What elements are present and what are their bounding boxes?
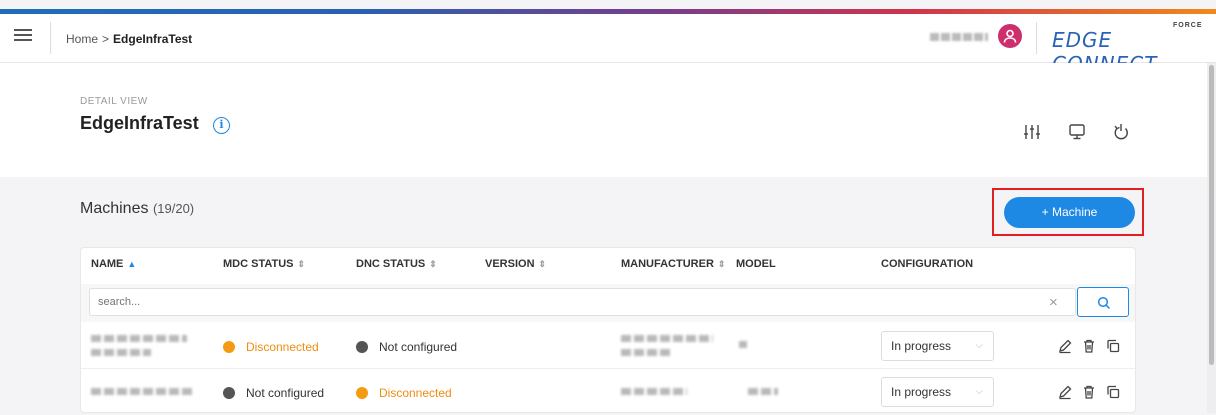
status-dot-icon	[356, 341, 368, 353]
chevron-down-icon: ⌵	[975, 340, 983, 351]
machine-name-redacted	[91, 335, 187, 342]
manufacturer-redacted	[621, 349, 673, 356]
status-dot-icon	[223, 341, 235, 353]
detail-kicker: DETAIL VIEW	[80, 96, 148, 107]
manufacturer-redacted	[621, 335, 713, 342]
column-header-model: MODEL	[736, 258, 776, 270]
model-redacted	[748, 388, 778, 395]
search-button[interactable]	[1077, 287, 1129, 317]
machines-title: Machines	[80, 200, 149, 217]
app-header: Home>EdgeInfraTest EDGE CONNECT FORCE	[0, 14, 1216, 76]
user-name-redacted	[930, 33, 988, 41]
column-header-manufacturer[interactable]: MANUFACTURER ⇕	[621, 258, 725, 270]
chevron-down-icon: ⌵	[975, 386, 983, 397]
breadcrumb-current: EdgeInfraTest	[113, 32, 193, 46]
configuration-value: In progress	[891, 339, 952, 353]
column-header-dnc-status[interactable]: DNC STATUS ⇕	[356, 258, 437, 270]
brand-logo-sup: FORCE	[1173, 22, 1203, 29]
monitor-icon[interactable]	[1066, 121, 1088, 143]
mdc-status: Not configured	[223, 386, 324, 400]
sort-icon[interactable]: ⇕	[539, 259, 547, 270]
restart-power-icon[interactable]	[1110, 121, 1132, 143]
info-icon[interactable]: i	[213, 117, 230, 134]
sort-icon[interactable]: ⇕	[718, 259, 726, 270]
column-header-label: MDC STATUS	[223, 258, 294, 270]
machine-name-redacted	[91, 349, 151, 356]
sort-icon[interactable]: ⇕	[429, 259, 437, 270]
machines-section: Machines (19/20) + Machine NAME ▲ MDC STA…	[0, 177, 1207, 413]
header-divider	[1036, 22, 1037, 54]
search-icon	[1097, 296, 1111, 310]
machines-count: (19/20)	[152, 201, 195, 216]
sort-icon[interactable]: ⇕	[297, 259, 305, 270]
column-header-label: VERSION	[485, 258, 535, 270]
edit-icon[interactable]	[1057, 338, 1073, 354]
status-dot-icon	[223, 387, 235, 399]
column-header-label: NAME	[91, 258, 124, 270]
mdc-status-text: Disconnected	[246, 340, 319, 354]
breadcrumb-separator: >	[102, 32, 110, 46]
user-icon	[1003, 29, 1017, 43]
machine-name-redacted	[91, 388, 193, 395]
configuration-value: In progress	[891, 385, 952, 399]
hamburger-menu-icon[interactable]	[14, 26, 32, 44]
dnc-status: Not configured	[356, 340, 457, 354]
table-row[interactable]: Disconnected Not configured In progress ⌵	[81, 323, 1135, 369]
mdc-status-text: Not configured	[246, 386, 325, 400]
column-header-version[interactable]: VERSION ⇕	[485, 258, 546, 270]
dnc-status: Disconnected	[356, 386, 452, 400]
configuration-select[interactable]: In progress ⌵	[881, 331, 994, 361]
column-header-name[interactable]: NAME ▲	[91, 258, 136, 270]
breadcrumb: Home > EdgeInfraTest	[66, 32, 192, 46]
sliders-icon[interactable]	[1021, 121, 1043, 143]
dnc-status-text: Not configured	[379, 340, 458, 354]
detail-header: DETAIL VIEW EdgeInfraTest i	[0, 63, 1207, 177]
configuration-select[interactable]: In progress ⌵	[881, 377, 994, 407]
machines-table: NAME ▲ MDC STATUS ⇕ DNC STATUS ⇕ VERSION ⇕ M…	[80, 247, 1136, 413]
manufacturer-redacted	[621, 388, 687, 395]
copy-icon[interactable]	[1105, 338, 1121, 354]
mdc-status: Disconnected	[223, 340, 319, 354]
machines-heading: Machines (19/20)	[80, 200, 194, 218]
page-scrollbar-thumb[interactable]	[1209, 65, 1214, 365]
column-header-mdc-status[interactable]: MDC STATUS ⇕	[223, 258, 305, 270]
header-divider	[50, 22, 51, 54]
column-header-configuration: CONFIGURATION	[881, 258, 974, 270]
user-avatar[interactable]	[998, 24, 1022, 48]
model-redacted	[739, 341, 747, 348]
column-header-label: DNC STATUS	[356, 258, 426, 270]
column-header-label: MANUFACTURER	[621, 258, 714, 270]
search-input[interactable]	[89, 288, 1076, 316]
edit-icon[interactable]	[1057, 384, 1073, 400]
page-title: EdgeInfraTest	[80, 113, 199, 133]
status-dot-icon	[356, 387, 368, 399]
table-row[interactable]: Not configured Disconnected In progress ⌵	[81, 369, 1135, 415]
table-search-row: ×	[81, 284, 1135, 322]
breadcrumb-home[interactable]: Home	[66, 32, 98, 46]
delete-icon[interactable]	[1081, 338, 1097, 354]
delete-icon[interactable]	[1081, 384, 1097, 400]
add-machine-button[interactable]: + Machine	[1004, 197, 1135, 228]
sort-icon[interactable]: ▲	[127, 259, 136, 269]
dnc-status-text: Disconnected	[379, 386, 452, 400]
clear-icon[interactable]: ×	[1049, 294, 1058, 311]
copy-icon[interactable]	[1105, 384, 1121, 400]
